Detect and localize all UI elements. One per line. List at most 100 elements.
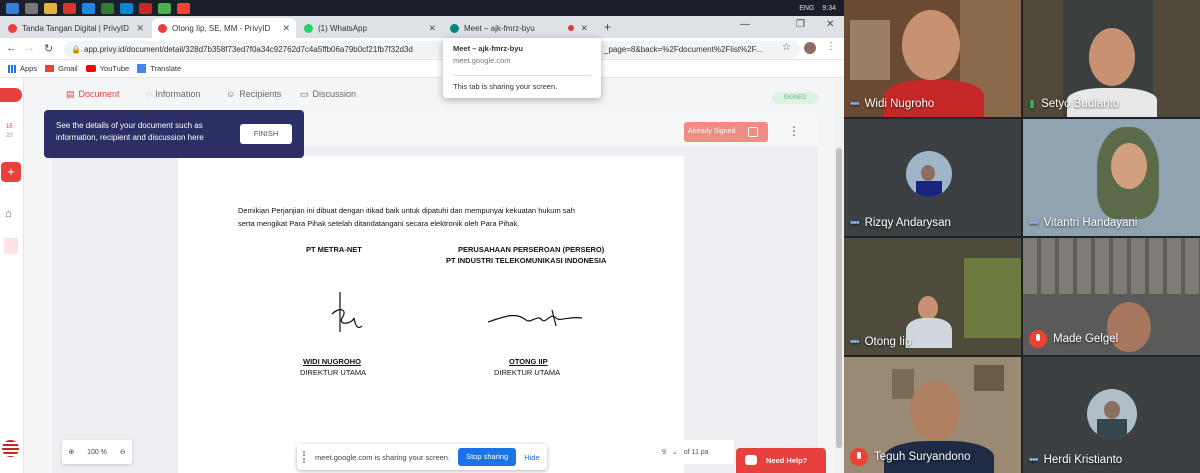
maximize-button[interactable]: ❐ [796,19,805,30]
close-tab-icon[interactable]: ✕ [428,23,436,34]
privy-favicon-icon [8,23,17,33]
bookmark-gmail[interactable]: Gmail [45,64,78,73]
windows-start-icon[interactable] [6,2,19,14]
app-icon[interactable] [101,2,114,14]
bookmark-star-icon[interactable]: ☆ [782,42,791,53]
speaking-icon: ▮ [1029,98,1036,110]
profile-avatar[interactable] [804,42,816,54]
name-text: Widi Nugroho [864,98,935,110]
hide-button[interactable]: Hide [524,453,539,462]
participant-tile[interactable]: ▮ Setyo Budianto [1023,0,1200,117]
tab-document[interactable]: ▤ Document [66,89,120,100]
close-tab-icon[interactable]: ✕ [580,23,588,34]
tab-title: Meet – ajk-fmrz-byu [464,23,535,33]
app-icon[interactable] [139,2,152,14]
bookmark-apps[interactable]: Apps [8,64,37,73]
participant-tile[interactable]: ••• Vitantri Handayani [1023,119,1200,236]
chrome-icon[interactable] [158,2,171,14]
whatsapp-favicon-icon [304,23,313,33]
info-bulb-icon: ◌ [146,89,152,99]
tab-privy-signature[interactable]: Tanda Tangan Digital | PrivyID ✕ [2,18,150,38]
back-icon[interactable]: ← [6,42,17,54]
wall-frame [892,369,914,399]
face [1089,28,1135,86]
language-indicator[interactable]: ENG [799,5,814,12]
tab-recipients[interactable]: ☺ Recipients [226,89,281,99]
tour-text: See the details of your document such as… [56,121,204,142]
clock[interactable]: 9:34 [822,5,836,12]
zoom-out-icon[interactable]: ⊖ [120,448,126,456]
zoom-in-icon[interactable]: ⊕ [68,448,74,456]
right-signer-name: OTONG IIP [509,357,548,366]
participant-tile[interactable]: ••• Otong Iip [844,238,1021,355]
participant-name-label: ▮ Setyo Budianto [1029,97,1119,111]
right-party-line2: PT INDUSTRI TELEKOMUNIKASI INDONESIA [446,256,607,265]
tab-discussion[interactable]: ▭ Discussion [300,89,356,100]
finish-button[interactable]: FINISH [240,124,292,144]
participant-name-label: Made Gelgel [1029,330,1118,348]
drag-handle-icon[interactable] [303,451,307,463]
chat-icon: ▭ [300,88,309,99]
rail-sub: 23 [6,133,13,139]
home-icon[interactable]: ⌂ [5,208,12,220]
participant-name-label: ••• Vitantri Handayani [1029,217,1137,229]
face [921,165,935,181]
chevron-down-icon[interactable]: ⌄ [672,448,678,456]
document-icon[interactable] [4,238,18,254]
participant-tile[interactable]: ••• Herdi Kristianto [1023,357,1200,473]
app-icon[interactable] [63,2,76,14]
audio-dots-icon: ••• [1029,454,1039,466]
forward-icon[interactable]: → [24,42,35,54]
recording-dot-icon [568,25,575,31]
bookmark-youtube[interactable]: YouTube [85,64,129,73]
windows-taskbar: ENG 9:34 [0,0,844,16]
participant-tile[interactable]: Made Gelgel [1023,238,1200,355]
tour-tooltip: See the details of your document such as… [44,110,304,158]
close-window-button[interactable]: ✕ [826,19,834,30]
participant-name-label: ••• Otong Iip [850,336,911,348]
url-field[interactable]: 🔒 app.privy.id/document/detail/328d7b358… [64,41,800,58]
folder-icon[interactable] [44,2,57,14]
bookmark-label: Apps [20,64,38,73]
stop-sharing-button[interactable]: Stop sharing [458,448,517,466]
bookmark-translate[interactable]: Translate [137,64,181,73]
tab-meet[interactable]: Meet – ajk-fmrz-byu ✕ [444,18,594,38]
close-tab-icon[interactable]: ✕ [282,23,290,34]
menu-icon[interactable]: ⋮ [826,41,836,52]
participant-name-label: ••• Widi Nugroho [850,98,934,110]
url-text: app.privy.id/document/detail/328d7b358f7… [84,45,413,54]
close-tab-icon[interactable]: ✕ [136,23,144,34]
search-icon[interactable] [25,2,38,14]
reload-icon[interactable]: ↻ [44,42,53,55]
tab-whatsapp[interactable]: (1) WhatsApp ✕ [298,18,442,38]
tab-information[interactable]: ◌ Information [146,89,200,99]
app-icon[interactable] [177,2,190,14]
privy-logo[interactable] [0,88,22,102]
left-party-name: PT METRA-NET [306,245,362,254]
us-flag-icon[interactable] [2,440,19,457]
meet-favicon-icon [450,23,459,33]
tab-privy-document[interactable]: Otong Iip, SE, MM - PrivyID ✕ [152,18,296,38]
scrollbar-thumb[interactable] [836,148,842,448]
participant-tile[interactable]: Teguh Suryandono [844,357,1021,473]
participant-tile[interactable]: ••• Widi Nugroho [844,0,1021,117]
translate-icon [137,64,147,73]
add-button[interactable]: + [1,162,21,182]
left-signer-name: WIDI NUGROHO [303,357,361,366]
mic-muted-icon [850,448,868,466]
already-signed-button[interactable]: Already Signed [684,122,768,142]
shirt [906,318,952,348]
participant-tile[interactable]: ••• Rizqy Andarysan [844,119,1021,236]
bookmarks-bar: Apps Gmail YouTube Translate [0,60,844,78]
new-tab-button[interactable]: + [604,20,611,34]
app-icon[interactable] [82,2,95,14]
need-help-button[interactable]: Need Help? [736,448,826,473]
minimize-button[interactable]: — [740,19,750,30]
left-signature [331,292,363,332]
more-options-icon[interactable]: ⋮ [788,124,800,138]
audio-dots-icon: ••• [850,336,860,348]
app-icon[interactable] [120,2,133,14]
scrollbar[interactable] [834,78,844,473]
bookmark-label: Gmail [58,64,78,73]
page-number-field[interactable]: 9 [662,449,666,456]
